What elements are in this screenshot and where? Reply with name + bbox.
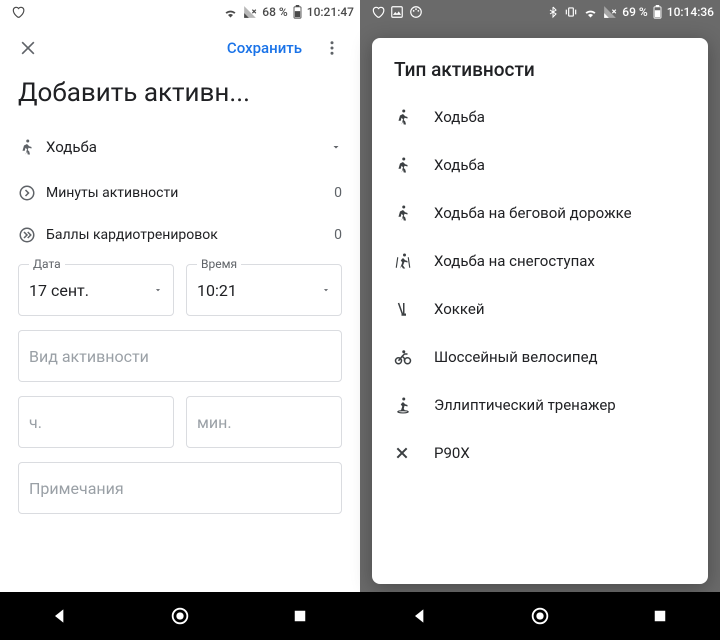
activity-type-option-label: P90X xyxy=(434,444,470,462)
activity-minutes-value: 0 xyxy=(334,185,342,201)
activity-type-option[interactable]: Ходьба xyxy=(378,141,702,189)
activity-minutes-label: Минуты активности xyxy=(46,185,334,201)
activity-type-option[interactable]: Эллиптический тренажер xyxy=(378,381,702,429)
activity-type-label: Ходьба xyxy=(46,138,330,156)
activity-type-option-label: Ходьба на снегоступах xyxy=(434,252,595,270)
nav-bar xyxy=(360,592,720,640)
vibrate-icon xyxy=(564,5,578,19)
nav-back-icon[interactable] xyxy=(48,604,72,628)
hockey-icon xyxy=(394,300,434,318)
top-bar: Сохранить xyxy=(0,24,360,72)
more-icon[interactable] xyxy=(312,28,352,68)
notes-field[interactable]: Примечания xyxy=(18,462,342,514)
phone-left: 68 % 10:21:47 Сохранить Добавить активн.… xyxy=(0,0,360,640)
phone-right: 69 % 10:14:36 Тип активности ХодьбаХодьб… xyxy=(360,0,720,640)
chevron-down-icon xyxy=(330,141,342,153)
walk-icon xyxy=(394,204,434,222)
wifi-icon xyxy=(583,5,598,20)
nav-back-icon[interactable] xyxy=(408,604,432,628)
battery-percent: 68 % xyxy=(262,5,287,19)
walk-icon xyxy=(18,138,46,156)
date-field[interactable]: Дата 17 сент. xyxy=(18,264,174,316)
activity-type-list: Ходьба Ходьба Ходьба на беговой дорожке Ход… xyxy=(372,93,708,477)
clock-text: 10:21:47 xyxy=(307,5,354,19)
minutes-field[interactable]: мин. xyxy=(186,396,342,448)
status-bar: 69 % 10:14:36 xyxy=(360,0,720,24)
chevron-down-icon xyxy=(153,285,163,295)
image-icon xyxy=(390,5,404,19)
x-icon xyxy=(394,445,434,461)
nav-home-icon[interactable] xyxy=(168,604,192,628)
page-title: Добавить активн... xyxy=(0,72,360,122)
activity-type-sheet: Тип активности Ходьба Ходьба Ходьба на бег… xyxy=(372,38,708,584)
cardio-points-label: Баллы кардиотренировок xyxy=(46,227,334,243)
activity-kind-placeholder: Вид активности xyxy=(29,347,149,366)
activity-type-option[interactable]: Ходьба на беговой дорожке xyxy=(378,189,702,237)
activity-type-option[interactable]: Ходьба xyxy=(378,93,702,141)
walk-icon xyxy=(394,108,434,126)
battery-percent: 69 % xyxy=(622,5,647,19)
activity-minutes-row: Минуты активности 0 xyxy=(0,172,360,214)
heart-icon xyxy=(11,5,25,19)
battery-icon xyxy=(293,5,302,19)
status-bar: 68 % 10:21:47 xyxy=(0,0,360,24)
walk-icon xyxy=(394,156,434,174)
bike-icon xyxy=(394,348,434,366)
nav-bar xyxy=(0,592,360,640)
hours-placeholder: ч. xyxy=(29,413,42,432)
hours-field[interactable]: ч. xyxy=(18,396,174,448)
time-field[interactable]: Время 10:21 xyxy=(186,264,342,316)
activity-type-option[interactable]: Шоссейный велосипед xyxy=(378,333,702,381)
notes-placeholder: Примечания xyxy=(29,479,124,498)
battery-icon xyxy=(653,5,662,19)
nav-home-icon[interactable] xyxy=(528,604,552,628)
activity-type-option-label: Ходьба xyxy=(434,156,485,174)
signal-icon xyxy=(243,5,257,19)
nav-recent-icon[interactable] xyxy=(288,604,312,628)
activity-type-option-label: Шоссейный велосипед xyxy=(434,348,598,366)
ski-icon xyxy=(394,252,434,270)
chevron-circle-icon xyxy=(18,184,46,202)
double-chevron-icon xyxy=(18,226,46,244)
bluetooth-icon xyxy=(547,5,559,19)
activity-type-option[interactable]: Хоккей xyxy=(378,285,702,333)
palette-icon xyxy=(409,5,423,19)
close-icon[interactable] xyxy=(8,28,48,68)
sheet-title: Тип активности xyxy=(372,38,708,93)
signal-icon xyxy=(603,5,617,19)
activity-type-option-label: Ходьба xyxy=(434,108,485,126)
cardio-points-value: 0 xyxy=(334,227,342,243)
chevron-down-icon xyxy=(321,285,331,295)
activity-kind-field[interactable]: Вид активности xyxy=(18,330,342,382)
date-float-label: Дата xyxy=(29,257,65,271)
activity-type-dropdown[interactable]: Ходьба xyxy=(0,122,360,172)
date-value: 17 сент. xyxy=(29,281,153,300)
time-float-label: Время xyxy=(197,257,241,271)
wifi-icon xyxy=(223,5,238,20)
time-value: 10:21 xyxy=(197,281,321,300)
clock-text: 10:14:36 xyxy=(667,5,714,19)
nav-recent-icon[interactable] xyxy=(648,604,672,628)
heart-icon xyxy=(371,5,385,19)
activity-type-option[interactable]: Ходьба на снегоступах xyxy=(378,237,702,285)
activity-type-option-label: Эллиптический тренажер xyxy=(434,396,616,414)
activity-type-option-label: Ходьба на беговой дорожке xyxy=(434,204,632,222)
save-button[interactable]: Сохранить xyxy=(217,39,312,57)
cardio-points-row: Баллы кардиотренировок 0 xyxy=(0,214,360,256)
activity-type-option[interactable]: P90X xyxy=(378,429,702,477)
activity-type-option-label: Хоккей xyxy=(434,300,485,318)
minutes-placeholder: мин. xyxy=(197,413,232,432)
ellip-icon xyxy=(394,396,434,414)
